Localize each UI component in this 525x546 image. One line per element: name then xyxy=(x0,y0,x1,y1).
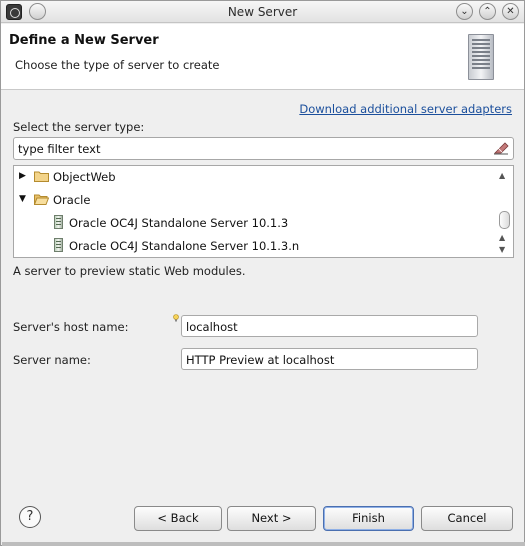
tree-item-label: ObjectWeb xyxy=(53,170,116,184)
expand-arrow-icon[interactable]: ▶ xyxy=(19,171,29,181)
download-adapters-link[interactable]: Download additional server adapters xyxy=(299,102,512,116)
close-button[interactable]: ✕ xyxy=(502,3,519,20)
server-name-label: Server name: xyxy=(13,353,91,367)
wizard-header: Define a New Server Choose the type of s… xyxy=(1,24,524,90)
tree-item-oc4j-10-1-3[interactable]: Oracle OC4J Standalone Server 10.1.3 xyxy=(14,213,494,233)
scroll-down-icon[interactable]: ▼ xyxy=(499,245,505,254)
server-description: A server to preview static Web modules. xyxy=(13,264,246,278)
minimize-button[interactable]: ⌄ xyxy=(456,3,473,20)
collapse-arrow-icon[interactable]: ▼ xyxy=(19,194,29,204)
title-bar: New Server ⌄ ⌃ ✕ xyxy=(1,1,524,23)
new-server-dialog: New Server ⌄ ⌃ ✕ Define a New Server Cho… xyxy=(0,0,525,546)
next-button[interactable]: Next > xyxy=(227,506,316,531)
tree-item-objectweb[interactable]: ▶ ObjectWeb xyxy=(14,167,494,187)
back-button[interactable]: < Back xyxy=(134,506,222,531)
server-type-tree[interactable]: ▶ ObjectWeb ▼ Oracle Oracle OC4J Standal… xyxy=(13,165,514,258)
server-type-filter-input[interactable]: type filter text xyxy=(13,137,514,160)
cancel-button[interactable]: Cancel xyxy=(421,506,513,531)
maximize-button[interactable]: ⌃ xyxy=(479,3,496,20)
scrollbar-thumb[interactable] xyxy=(499,211,510,229)
server-icon xyxy=(54,215,63,229)
scroll-up-icon[interactable]: ▲ xyxy=(499,233,505,242)
tree-item-label: Oracle OC4J Standalone Server 10.1.3 xyxy=(69,216,289,230)
host-name-label: Server's host name: xyxy=(13,320,129,334)
window-title: New Server xyxy=(227,5,298,19)
open-folder-icon xyxy=(34,194,49,205)
scroll-up-icon[interactable]: ▲ xyxy=(499,171,505,180)
wizard-title: Define a New Server xyxy=(9,33,159,48)
server-icon xyxy=(54,238,63,252)
server-tower-icon xyxy=(468,34,494,80)
folder-icon xyxy=(34,171,49,182)
host-name-input[interactable]: localhost xyxy=(181,315,478,337)
bottom-edge xyxy=(2,542,525,546)
wizard-subtitle: Choose the type of server to create xyxy=(15,58,220,72)
tree-item-label: Oracle xyxy=(53,193,91,207)
filter-text: type filter text xyxy=(18,142,101,156)
clear-filter-icon[interactable] xyxy=(493,141,509,155)
server-type-label: Select the server type: xyxy=(13,120,145,134)
tree-item-label: Oracle OC4J Standalone Server 10.1.3.n xyxy=(69,239,300,253)
finish-button[interactable]: Finish xyxy=(323,506,414,531)
content-assist-bulb-icon xyxy=(173,314,179,322)
tree-item-oc4j-10-1-3-n[interactable]: Oracle OC4J Standalone Server 10.1.3.n xyxy=(14,236,494,256)
server-name-input[interactable]: HTTP Preview at localhost xyxy=(181,348,478,370)
help-button[interactable]: ? xyxy=(19,506,41,528)
tree-scrollbar[interactable]: ▲ ▲ ▼ xyxy=(496,171,512,257)
tree-item-oracle[interactable]: ▼ Oracle xyxy=(14,190,494,210)
